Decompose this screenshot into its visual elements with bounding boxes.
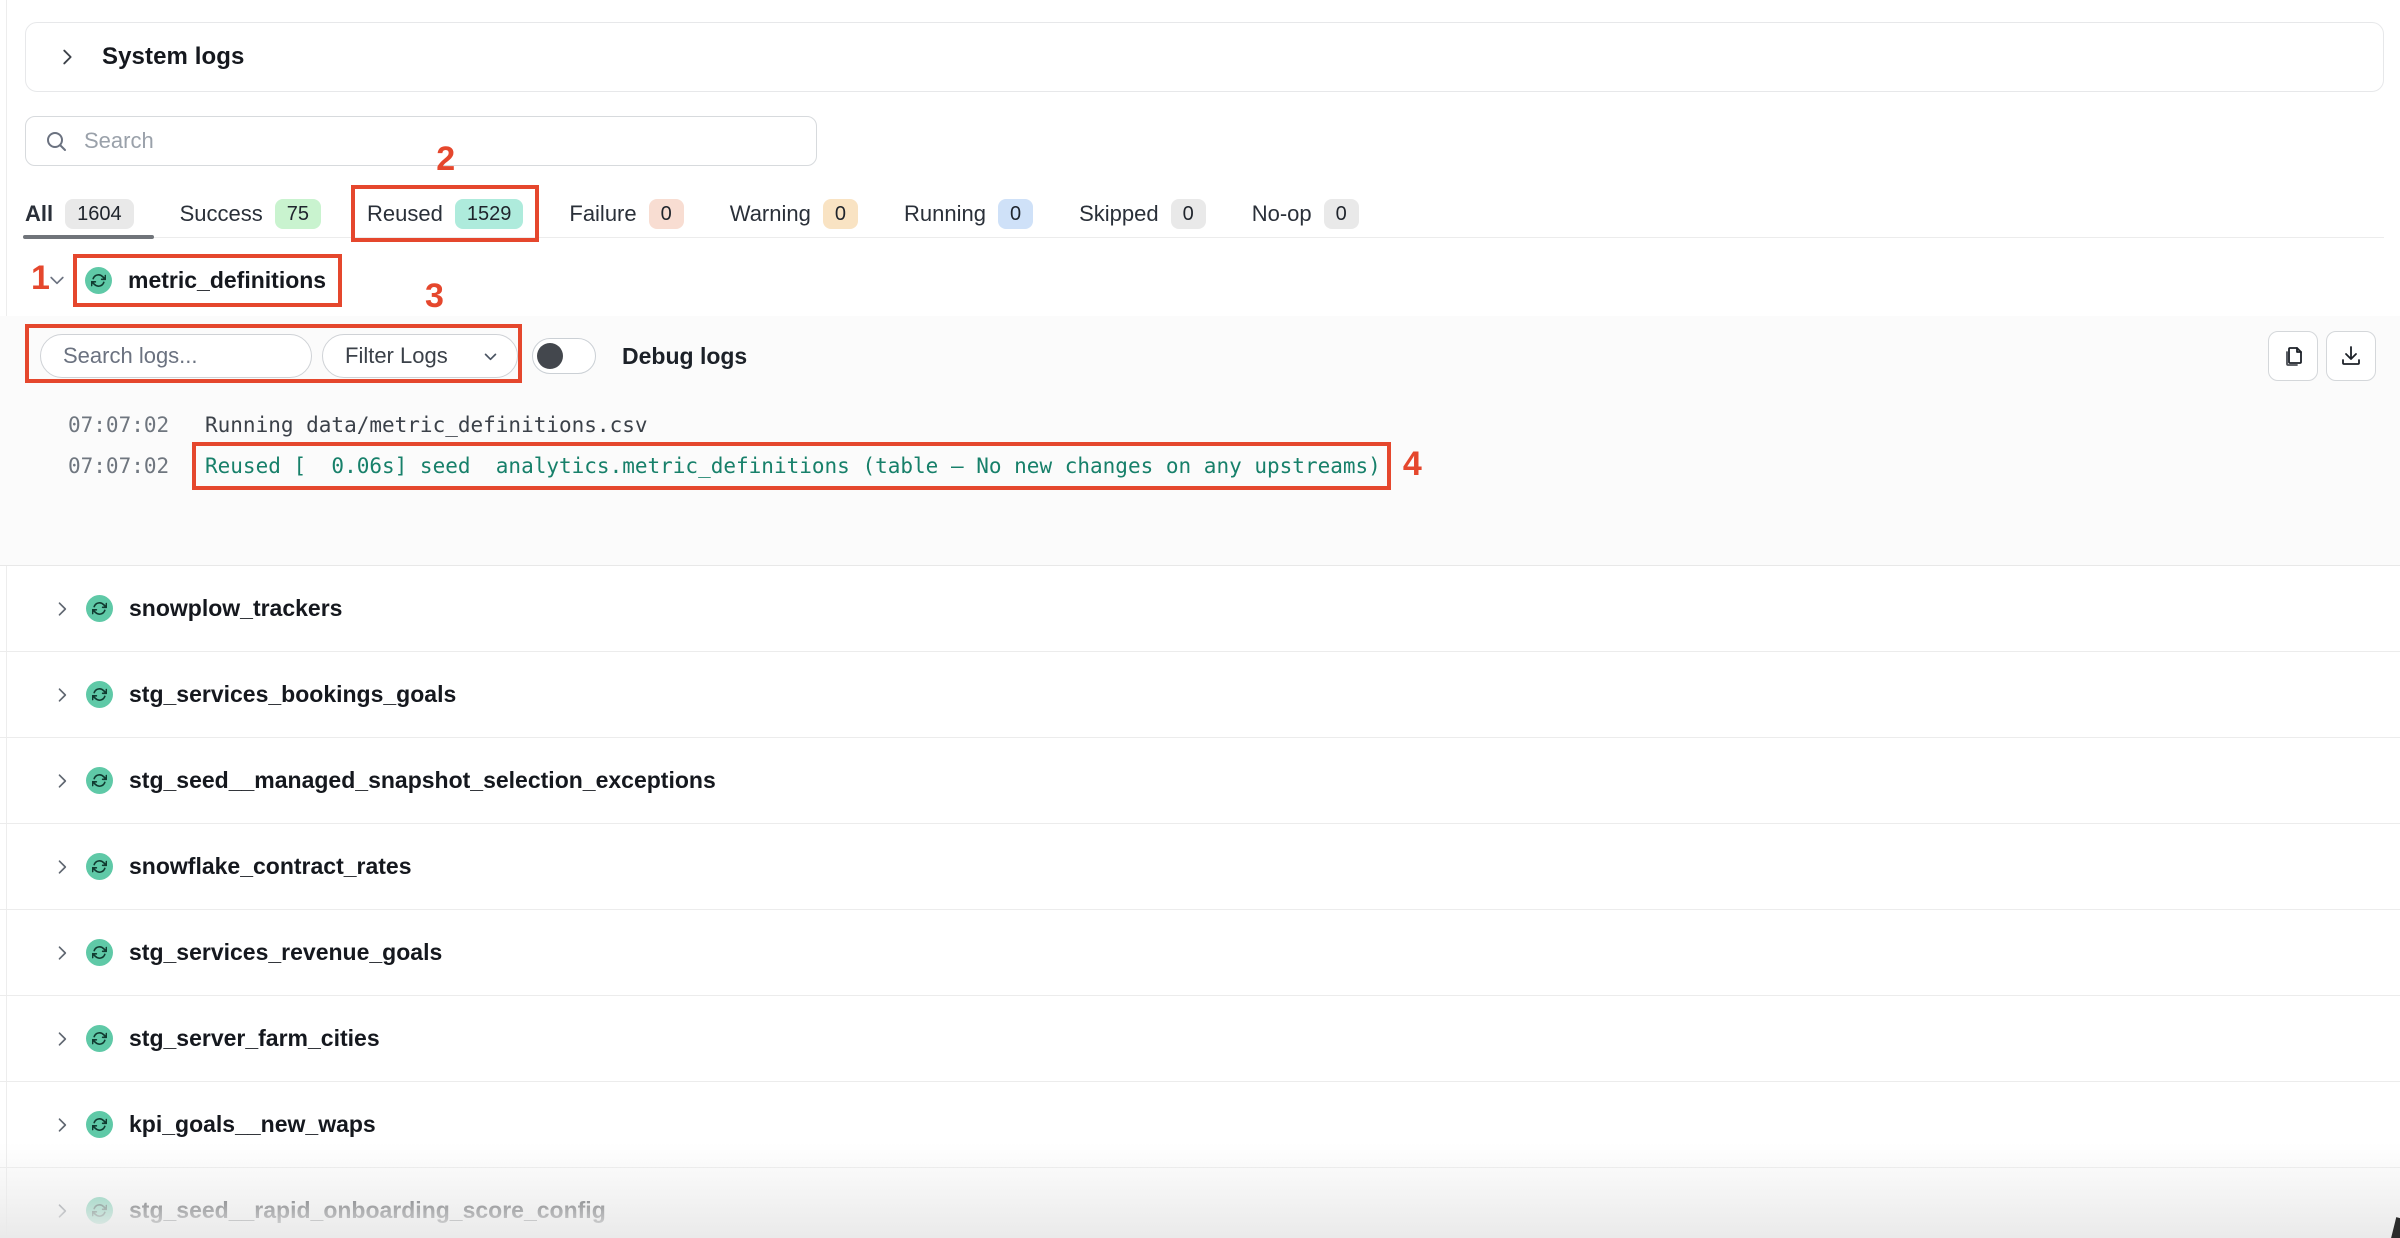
status-tab-label: No-op bbox=[1252, 201, 1312, 227]
chevron-right-icon bbox=[52, 1201, 72, 1221]
log-message: Reused [ 0.06s] seed analytics.metric_de… bbox=[205, 454, 1381, 478]
filter-logs-label: Filter Logs bbox=[345, 343, 448, 369]
status-tab-count-badge: 0 bbox=[649, 199, 684, 229]
status-tab-label: Skipped bbox=[1079, 201, 1159, 227]
reused-status-icon bbox=[86, 939, 113, 966]
copy-logs-button[interactable] bbox=[2268, 331, 2318, 381]
chevron-right-icon bbox=[52, 599, 72, 619]
reused-status-icon bbox=[86, 595, 113, 622]
log-message: Running data/metric_definitions.csv bbox=[205, 413, 648, 437]
debug-logs-toggle[interactable] bbox=[532, 338, 596, 374]
seed-row[interactable]: stg_services_bookings_goals bbox=[0, 652, 2400, 738]
seed-row[interactable]: stg_services_revenue_goals bbox=[0, 910, 2400, 996]
status-tab[interactable]: Skipped 0 bbox=[1079, 190, 1206, 237]
status-tab-count-badge: 1604 bbox=[65, 199, 134, 229]
status-tab[interactable]: Reused 1529 bbox=[367, 190, 523, 237]
status-tab-count-badge: 0 bbox=[998, 199, 1033, 229]
status-tab-label: Failure bbox=[569, 201, 636, 227]
log-line: 07:07:02 Reused [ 0.06s] seed analytics.… bbox=[68, 445, 1381, 486]
expanded-seed-name: metric_definitions bbox=[128, 267, 326, 294]
chevron-right-icon bbox=[52, 857, 72, 877]
seed-row[interactable]: stg_seed__managed_snapshot_selection_exc… bbox=[0, 738, 2400, 824]
status-tab-bar: All 1604 Success 75 Reused 1529 Failure … bbox=[25, 190, 2384, 238]
status-tab-count-badge: 0 bbox=[1171, 199, 1206, 229]
system-logs-header[interactable]: System logs bbox=[25, 22, 2384, 92]
status-tab-count-badge: 75 bbox=[275, 199, 321, 229]
seed-row[interactable]: stg_seed__rapid_onboarding_score_config bbox=[0, 1168, 2400, 1238]
status-tab-count-badge: 1529 bbox=[455, 199, 524, 229]
log-toolbar: Filter Logs Debug logs bbox=[40, 331, 2376, 381]
reused-status-icon bbox=[86, 681, 113, 708]
search-input[interactable] bbox=[82, 127, 816, 155]
seed-row-label: stg_services_revenue_goals bbox=[129, 939, 442, 966]
search-box bbox=[25, 116, 817, 166]
status-tab[interactable]: No-op 0 bbox=[1252, 190, 1359, 237]
status-tab-count-badge: 0 bbox=[1324, 199, 1359, 229]
status-tab[interactable]: All 1604 bbox=[25, 190, 134, 237]
chevron-right-icon bbox=[52, 1029, 72, 1049]
status-tab-label: Reused bbox=[367, 201, 443, 227]
expanded-row-target: metric_definitions bbox=[85, 267, 326, 294]
seed-row-label: stg_seed__rapid_onboarding_score_config bbox=[129, 1197, 606, 1224]
seed-row-label: stg_services_bookings_goals bbox=[129, 681, 456, 708]
reused-status-icon bbox=[86, 1025, 113, 1052]
page-title: System logs bbox=[102, 43, 245, 71]
reused-status-icon bbox=[86, 853, 113, 880]
debug-logs-label: Debug logs bbox=[622, 343, 747, 370]
annotation-number-3: 3 bbox=[425, 276, 444, 317]
download-icon bbox=[2339, 344, 2363, 368]
reused-status-icon bbox=[86, 1111, 113, 1138]
chevron-down-icon bbox=[482, 348, 499, 365]
search-logs-input[interactable] bbox=[40, 334, 312, 378]
seed-row-label: snowflake_contract_rates bbox=[129, 853, 412, 880]
seed-row[interactable]: kpi_goals__new_waps bbox=[0, 1082, 2400, 1168]
chevron-right-icon bbox=[52, 685, 72, 705]
seed-row-label: kpi_goals__new_waps bbox=[129, 1111, 376, 1138]
seed-row[interactable]: snowplow_trackers bbox=[0, 566, 2400, 652]
filter-logs-select[interactable]: Filter Logs bbox=[322, 334, 518, 378]
log-timestamp: 07:07:02 bbox=[68, 454, 205, 478]
system-logs-page: System logs All 1604 Success 75 Reused 1… bbox=[0, 0, 2400, 1238]
chevron-right-icon bbox=[52, 1115, 72, 1135]
status-tab-label: Success bbox=[180, 201, 263, 227]
reused-status-icon bbox=[85, 267, 112, 294]
search-icon bbox=[44, 129, 68, 153]
seed-row-label: snowplow_trackers bbox=[129, 595, 342, 622]
reused-status-icon bbox=[86, 1197, 113, 1224]
seed-row-list: snowplow_trackers stg_services_bookings_… bbox=[0, 566, 2400, 1238]
status-tab-count-badge: 0 bbox=[823, 199, 858, 229]
status-tab-label: Running bbox=[904, 201, 986, 227]
status-tab[interactable]: Running 0 bbox=[904, 190, 1033, 237]
log-timestamp: 07:07:02 bbox=[68, 413, 205, 437]
chevron-down-icon bbox=[47, 270, 67, 290]
log-line: 07:07:02 Running data/metric_definitions… bbox=[68, 404, 1381, 445]
status-tab-label: Warning bbox=[730, 201, 811, 227]
seed-row-label: stg_seed__managed_snapshot_selection_exc… bbox=[129, 767, 716, 794]
log-toolbar-group: Filter Logs bbox=[40, 334, 518, 378]
expanded-seed-row[interactable]: metric_definitions bbox=[25, 252, 326, 308]
download-logs-button[interactable] bbox=[2326, 331, 2376, 381]
status-tab-label: All bbox=[25, 201, 53, 227]
seed-row[interactable]: snowflake_contract_rates bbox=[0, 824, 2400, 910]
chevron-right-icon bbox=[56, 46, 78, 68]
reused-status-icon bbox=[86, 767, 113, 794]
copy-icon bbox=[2281, 344, 2305, 368]
chevron-right-icon bbox=[52, 771, 72, 791]
toggle-knob bbox=[537, 343, 563, 369]
log-output: 07:07:02 Running data/metric_definitions… bbox=[68, 404, 1381, 486]
status-tab[interactable]: Warning 0 bbox=[730, 190, 858, 237]
chevron-right-icon bbox=[52, 943, 72, 963]
log-console-panel: Filter Logs Debug logs 07:07:02 Running … bbox=[0, 316, 2400, 566]
status-tab[interactable]: Failure 0 bbox=[569, 190, 683, 237]
seed-row-label: stg_server_farm_cities bbox=[129, 1025, 380, 1052]
seed-row[interactable]: stg_server_farm_cities bbox=[0, 996, 2400, 1082]
status-tab[interactable]: Success 75 bbox=[180, 190, 321, 237]
